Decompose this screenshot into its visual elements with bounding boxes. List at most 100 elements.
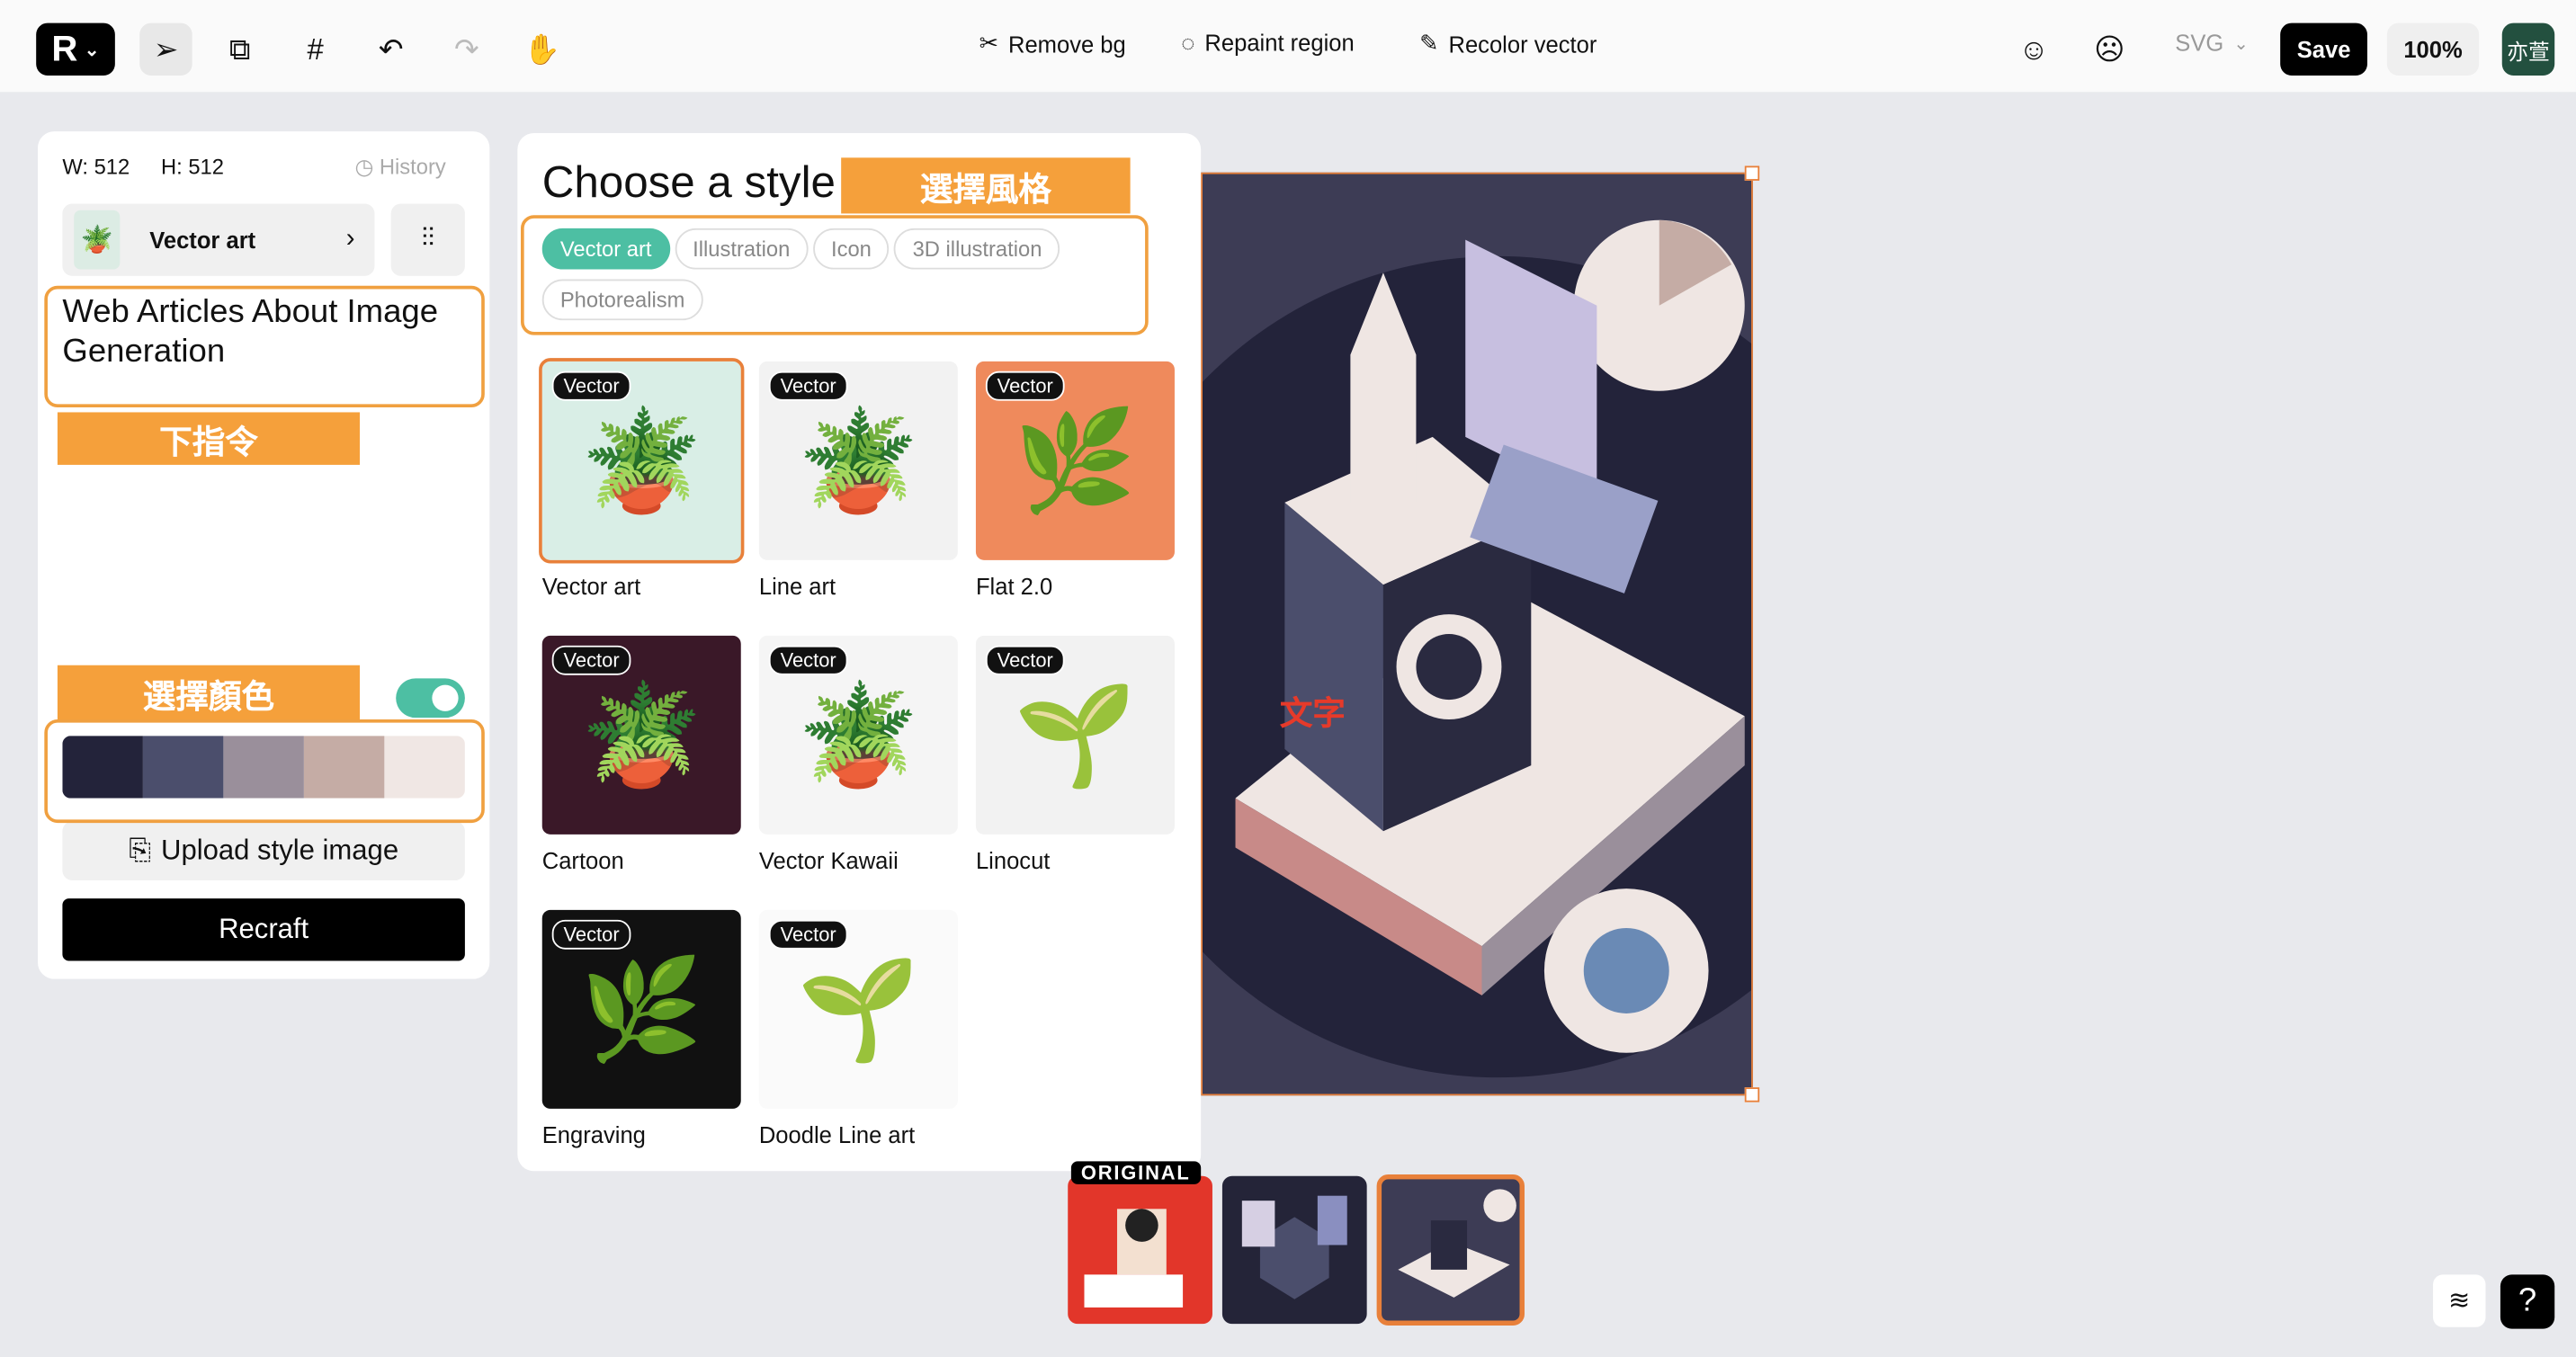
recraft-button[interactable]: Recraft: [62, 898, 465, 961]
style-card[interactable]: 🪴 Vector Vector Kawaii: [758, 635, 958, 874]
avatar-text: 亦萱: [2507, 38, 2550, 64]
remove-bg-button[interactable]: ✂ Remove bg: [979, 30, 1126, 58]
recolor-vector-button[interactable]: ✎ Recolor vector: [1419, 30, 1597, 58]
undo-icon: ↶: [378, 31, 404, 66]
settings-button[interactable]: ⫶⫶: [390, 203, 465, 276]
style-card-label: Linocut: [975, 847, 1051, 874]
width-field[interactable]: W: 512: [62, 155, 130, 179]
vector-badge: Vector: [768, 370, 848, 401]
vector-badge: Vector: [551, 645, 631, 675]
style-thumbnail: 🪴 Vector: [758, 361, 958, 560]
height-field[interactable]: H: 512: [161, 155, 224, 179]
layers-button[interactable]: ≋: [2433, 1274, 2486, 1327]
style-thumbnail: 🪴 Vector: [539, 358, 745, 564]
add-frame-button[interactable]: ⧉: [213, 23, 265, 76]
palette-toggle[interactable]: [396, 678, 465, 719]
zoom-value: 100%: [2403, 36, 2463, 63]
history-label: History: [379, 154, 446, 180]
style-card[interactable]: 🪴 Vector Vector art: [539, 358, 745, 600]
crop-icon: #: [307, 31, 324, 66]
style-card-label: Doodle Line art: [758, 1121, 916, 1148]
upload-image-icon: ⎘: [129, 834, 152, 866]
vector-badge: Vector: [985, 370, 1065, 401]
logo-menu-button[interactable]: R ⌄: [36, 22, 115, 76]
vector-badge: Vector: [551, 370, 631, 401]
thumbnail-art: [1241, 1195, 1347, 1299]
scissors-icon: ✂: [979, 29, 999, 57]
chevron-right-icon: ›: [345, 225, 355, 254]
plant-thumbnail: 🪴: [74, 210, 121, 270]
original-badge: ORIGINAL: [1070, 1161, 1201, 1184]
style-card[interactable]: 🪴 Vector Cartoon: [541, 635, 741, 874]
tool-label: Repaint region: [1204, 29, 1355, 57]
vector-badge: Vector: [768, 919, 848, 950]
pan-button[interactable]: ✋: [516, 23, 568, 76]
style-card[interactable]: 🌱 Vector Doodle Line art: [758, 909, 958, 1148]
style-thumbnail: 🌿 Vector: [975, 361, 1175, 560]
style-card-label: Flat 2.0: [975, 573, 1053, 600]
chevron-down-icon: ⌄: [2233, 33, 2250, 54]
help-button[interactable]: ?: [2500, 1274, 2555, 1329]
select-tool-button[interactable]: ➢: [139, 22, 192, 76]
upload-label: Upload style image: [161, 834, 399, 866]
redo-icon: ↷: [453, 31, 479, 66]
model-label: Vector art: [149, 227, 256, 254]
history-thumb-2[interactable]: [1221, 1175, 1367, 1325]
style-card-label: Vector Kawaii: [758, 847, 899, 874]
dislike-button[interactable]: ☹: [2083, 23, 2135, 76]
thumbnail-art: [1398, 1189, 1516, 1298]
tool-label: Recolor vector: [1448, 30, 1597, 58]
upload-style-image-button[interactable]: ⎘ Upload style image: [62, 821, 465, 881]
style-thumbnail: 🌱 Vector: [975, 635, 1175, 835]
style-card-label: Line art: [758, 573, 836, 600]
canvas-image[interactable]: 文字: [1201, 172, 1753, 1096]
left-panel: W: 512 H: 512 ◷ History 🪴 Vector art › ⫶…: [38, 131, 490, 979]
avatar[interactable]: 亦萱: [2501, 22, 2555, 76]
happy-face-icon: ☺: [2018, 31, 2049, 66]
layers-icon: ≋: [2448, 1287, 2471, 1317]
tool-label: Remove bg: [1007, 30, 1126, 58]
style-card[interactable]: 🪴 Vector Line art: [758, 361, 958, 600]
lasso-icon: ◌: [1181, 29, 1195, 57]
style-card-label: Vector art: [541, 573, 641, 600]
style-annotation: 選擇風格: [841, 157, 1131, 214]
prompt-annotation: 下指令: [57, 412, 361, 465]
like-button[interactable]: ☺: [2008, 23, 2060, 76]
undo-button[interactable]: ↶: [364, 23, 416, 76]
history-thumb-selected[interactable]: [1376, 1174, 1525, 1326]
style-thumbnail: 🌱 Vector: [758, 909, 958, 1109]
style-card-label: Cartoon: [541, 847, 624, 874]
style-panel-title: Choose a style: [541, 157, 836, 208]
original-thumbnail-art: [1084, 1209, 1184, 1308]
isometric-illustration: [1202, 174, 1752, 1094]
sliders-icon: ⫶⫶: [421, 225, 435, 254]
help-icon: ?: [2518, 1282, 2537, 1319]
chevron-down-icon: ⌄: [84, 40, 100, 60]
crop-button[interactable]: #: [289, 23, 341, 76]
text-annotation: 文字: [1279, 696, 1346, 733]
palette-highlight: [44, 719, 485, 824]
resize-handle[interactable]: [1744, 1087, 1760, 1103]
model-selector[interactable]: 🪴 Vector art ›: [62, 203, 375, 276]
cursor-icon: ➢: [153, 31, 179, 66]
logo: R: [51, 28, 78, 69]
chips-highlight: [521, 215, 1149, 335]
style-card-label: Engraving: [541, 1121, 646, 1148]
top-toolbar: R ⌄ ➢ ⧉ # ↶ ↷ ✋ ✂ Remove bg ◌ Repaint regio…: [0, 0, 2576, 93]
redo-button[interactable]: ↷: [441, 23, 493, 76]
repaint-region-button[interactable]: ◌ Repaint region: [1181, 30, 1354, 56]
save-button[interactable]: Save: [2280, 22, 2367, 76]
history-thumb-original[interactable]: [1068, 1175, 1212, 1325]
vector-badge: Vector: [985, 645, 1065, 675]
save-label: Save: [2296, 36, 2351, 63]
style-thumbnail: 🌿 Vector: [541, 909, 741, 1109]
format-select[interactable]: SVG ⌄: [2175, 30, 2249, 56]
resize-handle[interactable]: [1744, 165, 1760, 181]
history-button[interactable]: ◷ History: [355, 155, 446, 181]
style-card[interactable]: 🌱 Vector Linocut: [975, 635, 1175, 874]
style-card[interactable]: 🌿 Vector Flat 2.0: [975, 361, 1175, 600]
vector-badge: Vector: [551, 919, 631, 950]
style-card[interactable]: 🌿 Vector Engraving: [541, 909, 741, 1148]
zoom-button[interactable]: 100%: [2386, 22, 2480, 76]
format-value: SVG: [2175, 29, 2224, 57]
